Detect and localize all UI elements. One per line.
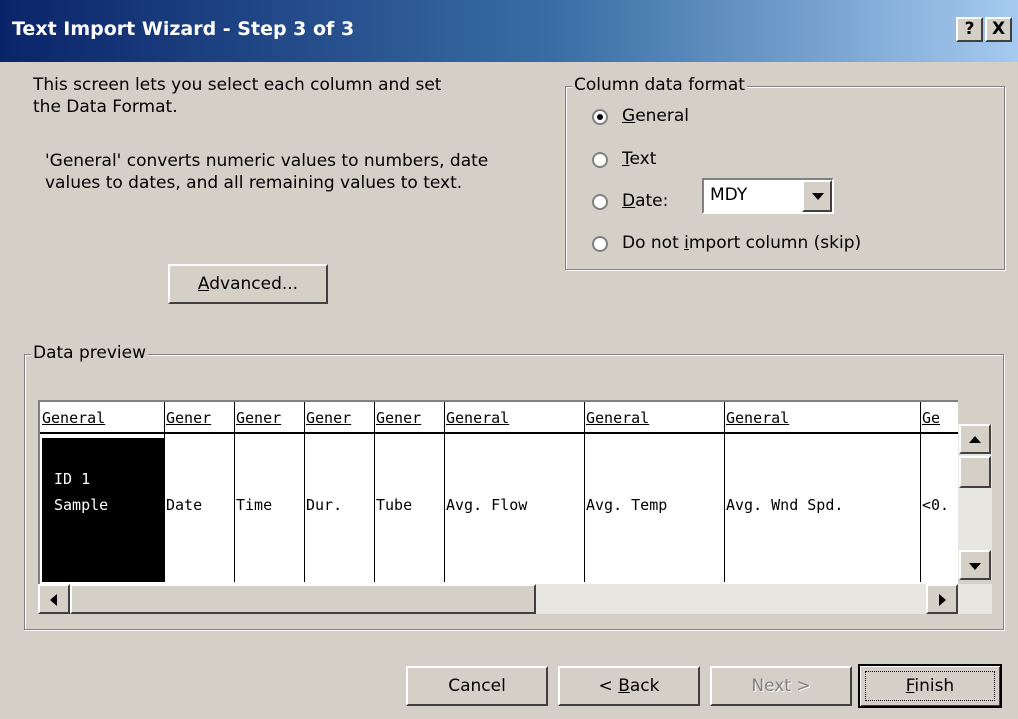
vertical-scrollbar[interactable] [958, 424, 992, 580]
column-header[interactable]: Gener [236, 409, 306, 427]
radio-skip[interactable] [592, 236, 608, 252]
column-divider [724, 402, 725, 582]
option-label: Do not [622, 233, 685, 253]
preview-column[interactable]: Avg. Flow [446, 438, 584, 582]
text-import-wizard-dialog: Text Import Wizard - Step 3 of 3 ? X Thi… [0, 0, 1018, 719]
focus-rectangle [865, 671, 995, 701]
cell-text: Avg. Wnd Spd. [726, 496, 844, 514]
cell-text: Avg. Flow [446, 496, 528, 514]
accel-b: B [618, 676, 630, 696]
radio-text[interactable] [592, 152, 608, 168]
description-line: the Data Format. [33, 97, 178, 117]
close-button[interactable]: X [985, 17, 1012, 42]
column-divider [444, 402, 445, 582]
radio-text-label[interactable]: Text [622, 149, 656, 169]
left-arrow-icon[interactable] [38, 584, 70, 614]
cell-text: Sample [54, 496, 109, 514]
cell-text: Time [236, 496, 273, 514]
cancel-button[interactable]: Cancel [406, 666, 548, 706]
accel-g: G [622, 106, 636, 126]
column-divider [164, 402, 165, 582]
radio-general[interactable] [592, 109, 608, 125]
cell-text: Tube [376, 496, 413, 514]
column-divider [374, 402, 375, 582]
advanced-label: dvanced... [209, 274, 299, 294]
radio-general-label[interactable]: General [622, 106, 689, 126]
column-header[interactable]: General [446, 409, 584, 427]
down-arrow-icon[interactable] [959, 550, 991, 580]
vertical-scroll-thumb[interactable] [959, 456, 991, 488]
cell-text: <0. [922, 496, 950, 514]
data-preview-legend: Data preview [31, 343, 149, 363]
option-label: ext [629, 149, 657, 169]
help-button[interactable]: ? [956, 17, 983, 42]
finish-button[interactable]: Finish [858, 664, 1002, 708]
option-label: ate: [635, 191, 669, 211]
column-divider [920, 402, 921, 582]
description-text: This screen lets you select each column … [33, 74, 533, 118]
preview-column-selected[interactable]: ID 1 Sample [42, 438, 164, 582]
right-arrow-icon[interactable] [926, 584, 958, 614]
description-line: 'General' converts numeric values to num… [45, 151, 489, 171]
general-explanation-text: 'General' converts numeric values to num… [45, 150, 565, 194]
window-title: Text Import Wizard - Step 3 of 3 [12, 18, 355, 40]
preview-column[interactable]: Time [236, 438, 304, 582]
column-divider [234, 402, 235, 582]
cell-text: Dur. [306, 496, 343, 514]
column-header[interactable]: Gener [376, 409, 446, 427]
preview-column[interactable]: Dur. [306, 438, 374, 582]
option-label: mport column (skip) [688, 233, 862, 253]
column-header[interactable]: General [726, 409, 920, 427]
back-label-pre: < [598, 676, 619, 696]
column-divider [584, 402, 585, 582]
horizontal-scrollbar[interactable] [38, 584, 992, 614]
preview-header-row: General Gener Gener Gener Gener General … [40, 402, 958, 434]
column-header[interactable]: Gener [306, 409, 376, 427]
cell-text: Avg. Temp [586, 496, 668, 514]
horizontal-scroll-thumb[interactable] [70, 584, 536, 614]
advanced-accel: A [197, 274, 210, 294]
preview-column[interactable]: Avg. Temp [586, 438, 724, 582]
data-preview-grid[interactable]: General Gener Gener Gener Gener General … [38, 400, 958, 584]
preview-column[interactable]: Date [166, 438, 234, 582]
back-label: ack [629, 676, 660, 696]
next-button[interactable]: Next > [710, 666, 852, 706]
preview-column[interactable]: Avg. Wnd Spd. [726, 438, 920, 582]
date-format-value: MDY [710, 185, 748, 205]
back-button[interactable]: < Back [558, 666, 700, 706]
description-line: values to dates, and all remaining value… [45, 173, 463, 193]
accel-d: D [622, 191, 636, 211]
column-data-format-legend: Column data format [572, 75, 747, 95]
description-line: This screen lets you select each column … [33, 75, 442, 95]
radio-date[interactable] [592, 194, 608, 210]
column-divider [304, 402, 305, 582]
advanced-button[interactable]: Advanced... [168, 264, 328, 304]
column-header[interactable]: General [42, 409, 164, 427]
preview-column[interactable]: Tube [376, 438, 444, 582]
title-bar[interactable]: Text Import Wizard - Step 3 of 3 ? X [0, 0, 1018, 62]
up-arrow-icon[interactable] [959, 424, 991, 454]
chevron-down-icon[interactable] [802, 180, 832, 212]
column-header[interactable]: Ge [922, 409, 956, 427]
accel-t: T [622, 149, 630, 169]
column-header[interactable]: Gener [166, 409, 236, 427]
radio-date-label[interactable]: Date: [622, 191, 668, 211]
radio-skip-label[interactable]: Do not import column (skip) [622, 233, 861, 253]
column-header[interactable]: General [586, 409, 724, 427]
cell-text: ID 1 [54, 470, 91, 488]
cell-text: Date [166, 496, 203, 514]
option-label: eneral [635, 106, 690, 126]
date-format-select[interactable]: MDY [702, 178, 834, 214]
preview-column[interactable]: <0. [922, 438, 956, 582]
